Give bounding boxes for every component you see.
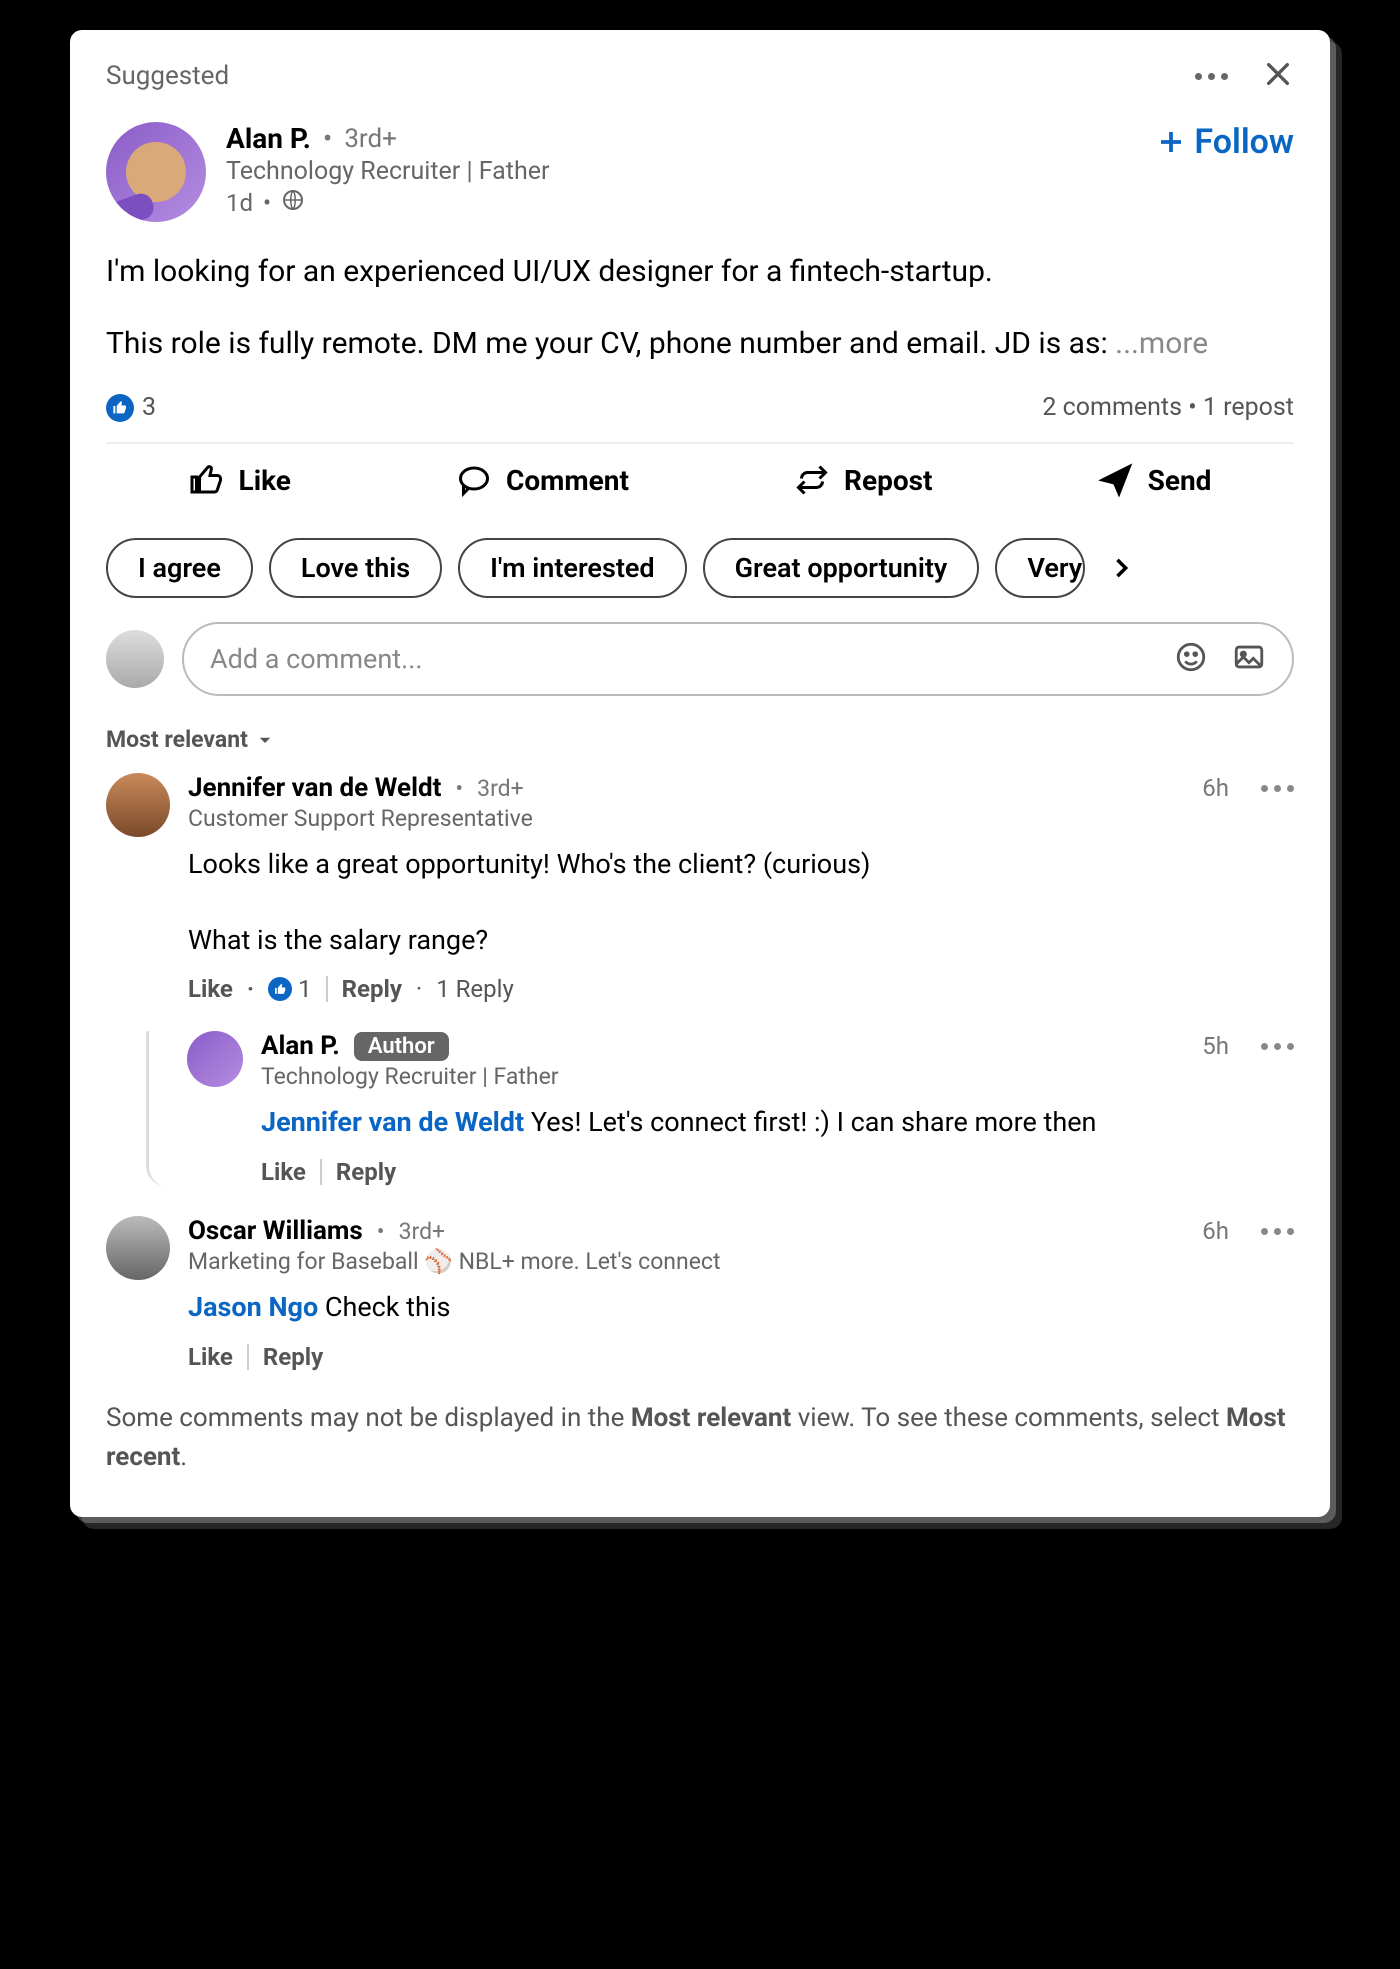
- author-name[interactable]: Alan P.: [226, 122, 311, 155]
- suggested-label: Suggested: [106, 61, 229, 91]
- chevron-down-icon: [256, 731, 274, 749]
- chips-scroll-right[interactable]: [1101, 554, 1141, 582]
- sort-dropdown[interactable]: Most relevant: [106, 726, 1294, 753]
- follow-button[interactable]: Follow: [1156, 122, 1294, 162]
- commenter-avatar[interactable]: [106, 1216, 170, 1280]
- commenter-name[interactable]: Oscar Williams: [188, 1216, 363, 1246]
- reply-time: 5h: [1202, 1032, 1229, 1060]
- comment-like-count[interactable]: 1: [268, 975, 312, 1003]
- chip-i-agree[interactable]: I agree: [106, 538, 253, 598]
- commenter-degree: 3rd+: [477, 775, 524, 802]
- author-avatar[interactable]: [106, 122, 206, 222]
- comment-input-row: Add a comment...: [106, 622, 1294, 696]
- commenter-headline: Marketing for Baseball ⚾ NBL+ more. Let'…: [188, 1248, 1294, 1275]
- chip-interested[interactable]: I'm interested: [458, 538, 686, 598]
- reactions-row: 3 2 comments • 1 repost: [106, 393, 1294, 422]
- reply-text: Jennifer van de Weldt Yes! Let's connect…: [261, 1104, 1294, 1142]
- reposts-count[interactable]: 1 repost: [1203, 393, 1294, 422]
- chip-partial[interactable]: Very: [995, 538, 1085, 598]
- comment: Jennifer van de Weldt • 3rd+ 6h Customer…: [106, 773, 1294, 1003]
- reply-avatar[interactable]: [187, 1031, 243, 1087]
- comment-text: Jason Ngo Check this: [188, 1289, 1294, 1327]
- globe-icon: [281, 188, 305, 218]
- post-time: 1d: [226, 189, 253, 217]
- comment-input[interactable]: Add a comment...: [182, 622, 1294, 696]
- reply-thread: Alan P. Author 5h Technology Recruiter |…: [146, 1031, 1294, 1186]
- comment-button[interactable]: Comment: [456, 462, 629, 498]
- author-badge: Author: [354, 1032, 449, 1061]
- suggestion-chips: I agree Love this I'm interested Great o…: [106, 538, 1294, 598]
- like-button[interactable]: Like: [189, 462, 291, 498]
- self-avatar[interactable]: [106, 630, 164, 688]
- comments-count[interactable]: 2 comments: [1042, 393, 1182, 422]
- mention-link[interactable]: Jennifer van de Weldt: [261, 1106, 524, 1138]
- actions-bar: Like Comment Repost Send: [106, 442, 1294, 518]
- reply-more-icon[interactable]: [1261, 1043, 1294, 1050]
- image-icon[interactable]: [1232, 640, 1266, 678]
- connection-degree: 3rd+: [344, 124, 397, 154]
- close-icon[interactable]: [1262, 58, 1294, 94]
- comment-like-button[interactable]: Like: [188, 975, 233, 1003]
- reply-comment: Alan P. Author 5h Technology Recruiter |…: [187, 1031, 1294, 1186]
- commenter-headline: Customer Support Representative: [188, 805, 1294, 832]
- chip-great-opportunity[interactable]: Great opportunity: [703, 538, 980, 598]
- reactions-count[interactable]: 3: [106, 393, 156, 422]
- comment-reply-button[interactable]: Reply: [263, 1343, 323, 1371]
- reply-count[interactable]: 1 Reply: [436, 975, 514, 1003]
- comment-more-icon[interactable]: [1261, 785, 1294, 792]
- comment: Oscar Williams • 3rd+ 6h Marketing for B…: [106, 1216, 1294, 1371]
- post-card: Suggested Alan P. • 3rd+ Technology Recr…: [70, 30, 1330, 1517]
- commenter-degree: 3rd+: [399, 1218, 446, 1245]
- comment-reply-button[interactable]: Reply: [342, 975, 402, 1003]
- commenter-avatar[interactable]: [106, 773, 170, 837]
- comment-time: 6h: [1202, 1217, 1229, 1245]
- emoji-icon[interactable]: [1174, 640, 1208, 678]
- more-options-icon[interactable]: [1195, 73, 1228, 80]
- chip-love-this[interactable]: Love this: [269, 538, 442, 598]
- comment-text: Looks like a great opportunity! Who's th…: [188, 846, 1294, 959]
- send-button[interactable]: Send: [1098, 462, 1212, 498]
- top-bar: Suggested: [106, 58, 1294, 94]
- mention-link[interactable]: Jason Ngo: [188, 1291, 318, 1323]
- comment-like-button[interactable]: Like: [188, 1343, 233, 1371]
- post-header: Alan P. • 3rd+ Technology Recruiter | Fa…: [106, 122, 1294, 222]
- author-headline: Technology Recruiter | Father: [226, 157, 1156, 186]
- post-body: I'm looking for an experienced UI/UX des…: [106, 250, 1294, 365]
- reply-author-name[interactable]: Alan P.: [261, 1031, 340, 1061]
- comment-more-icon[interactable]: [1261, 1228, 1294, 1235]
- repost-button[interactable]: Repost: [794, 462, 932, 498]
- comment-time: 6h: [1202, 774, 1229, 802]
- commenter-name[interactable]: Jennifer van de Weldt: [188, 773, 441, 803]
- like-reaction-icon: [268, 977, 292, 1001]
- reply-like-button[interactable]: Like: [261, 1158, 306, 1186]
- footer-note: Some comments may not be displayed in th…: [106, 1399, 1294, 1477]
- like-reaction-icon: [106, 394, 134, 422]
- reply-author-headline: Technology Recruiter | Father: [261, 1063, 1294, 1090]
- see-more-link[interactable]: ...more: [1115, 326, 1208, 361]
- reply-reply-button[interactable]: Reply: [336, 1158, 396, 1186]
